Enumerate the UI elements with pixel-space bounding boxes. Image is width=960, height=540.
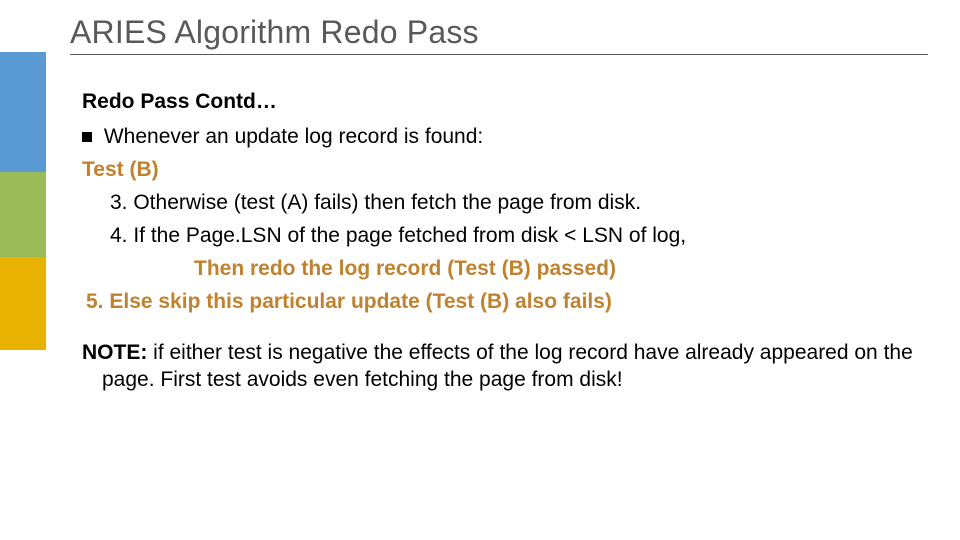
slide-title: ARIES Algorithm Redo Pass [70, 14, 479, 51]
step-3: 3. Otherwise (test (A) fails) then fetch… [110, 189, 920, 218]
sidebar-stripe-blue [0, 52, 46, 172]
slide-body: Redo Pass Contd… Whenever an update log … [82, 88, 920, 393]
then-redo-line: Then redo the log record (Test (B) passe… [194, 255, 920, 284]
subheading: Redo Pass Contd… [82, 88, 920, 117]
step-4: 4. If the Page.LSN of the page fetched f… [110, 222, 920, 251]
sidebar-stripe-yellow [0, 257, 46, 350]
step-5: 5. Else skip this particular update (Tes… [86, 288, 920, 317]
title-underline [70, 54, 928, 55]
bullet-line: Whenever an update log record is found: [82, 123, 920, 152]
square-bullet-icon [82, 132, 92, 142]
sidebar-stripe-green [0, 172, 46, 257]
note-paragraph: NOTE: if either test is negative the eff… [82, 339, 920, 394]
note-label: NOTE: [82, 341, 147, 364]
test-b-label: Test (B) [82, 156, 920, 185]
bullet-text: Whenever an update log record is found: [98, 125, 483, 148]
note-text: if either test is negative the effects o… [102, 341, 913, 391]
